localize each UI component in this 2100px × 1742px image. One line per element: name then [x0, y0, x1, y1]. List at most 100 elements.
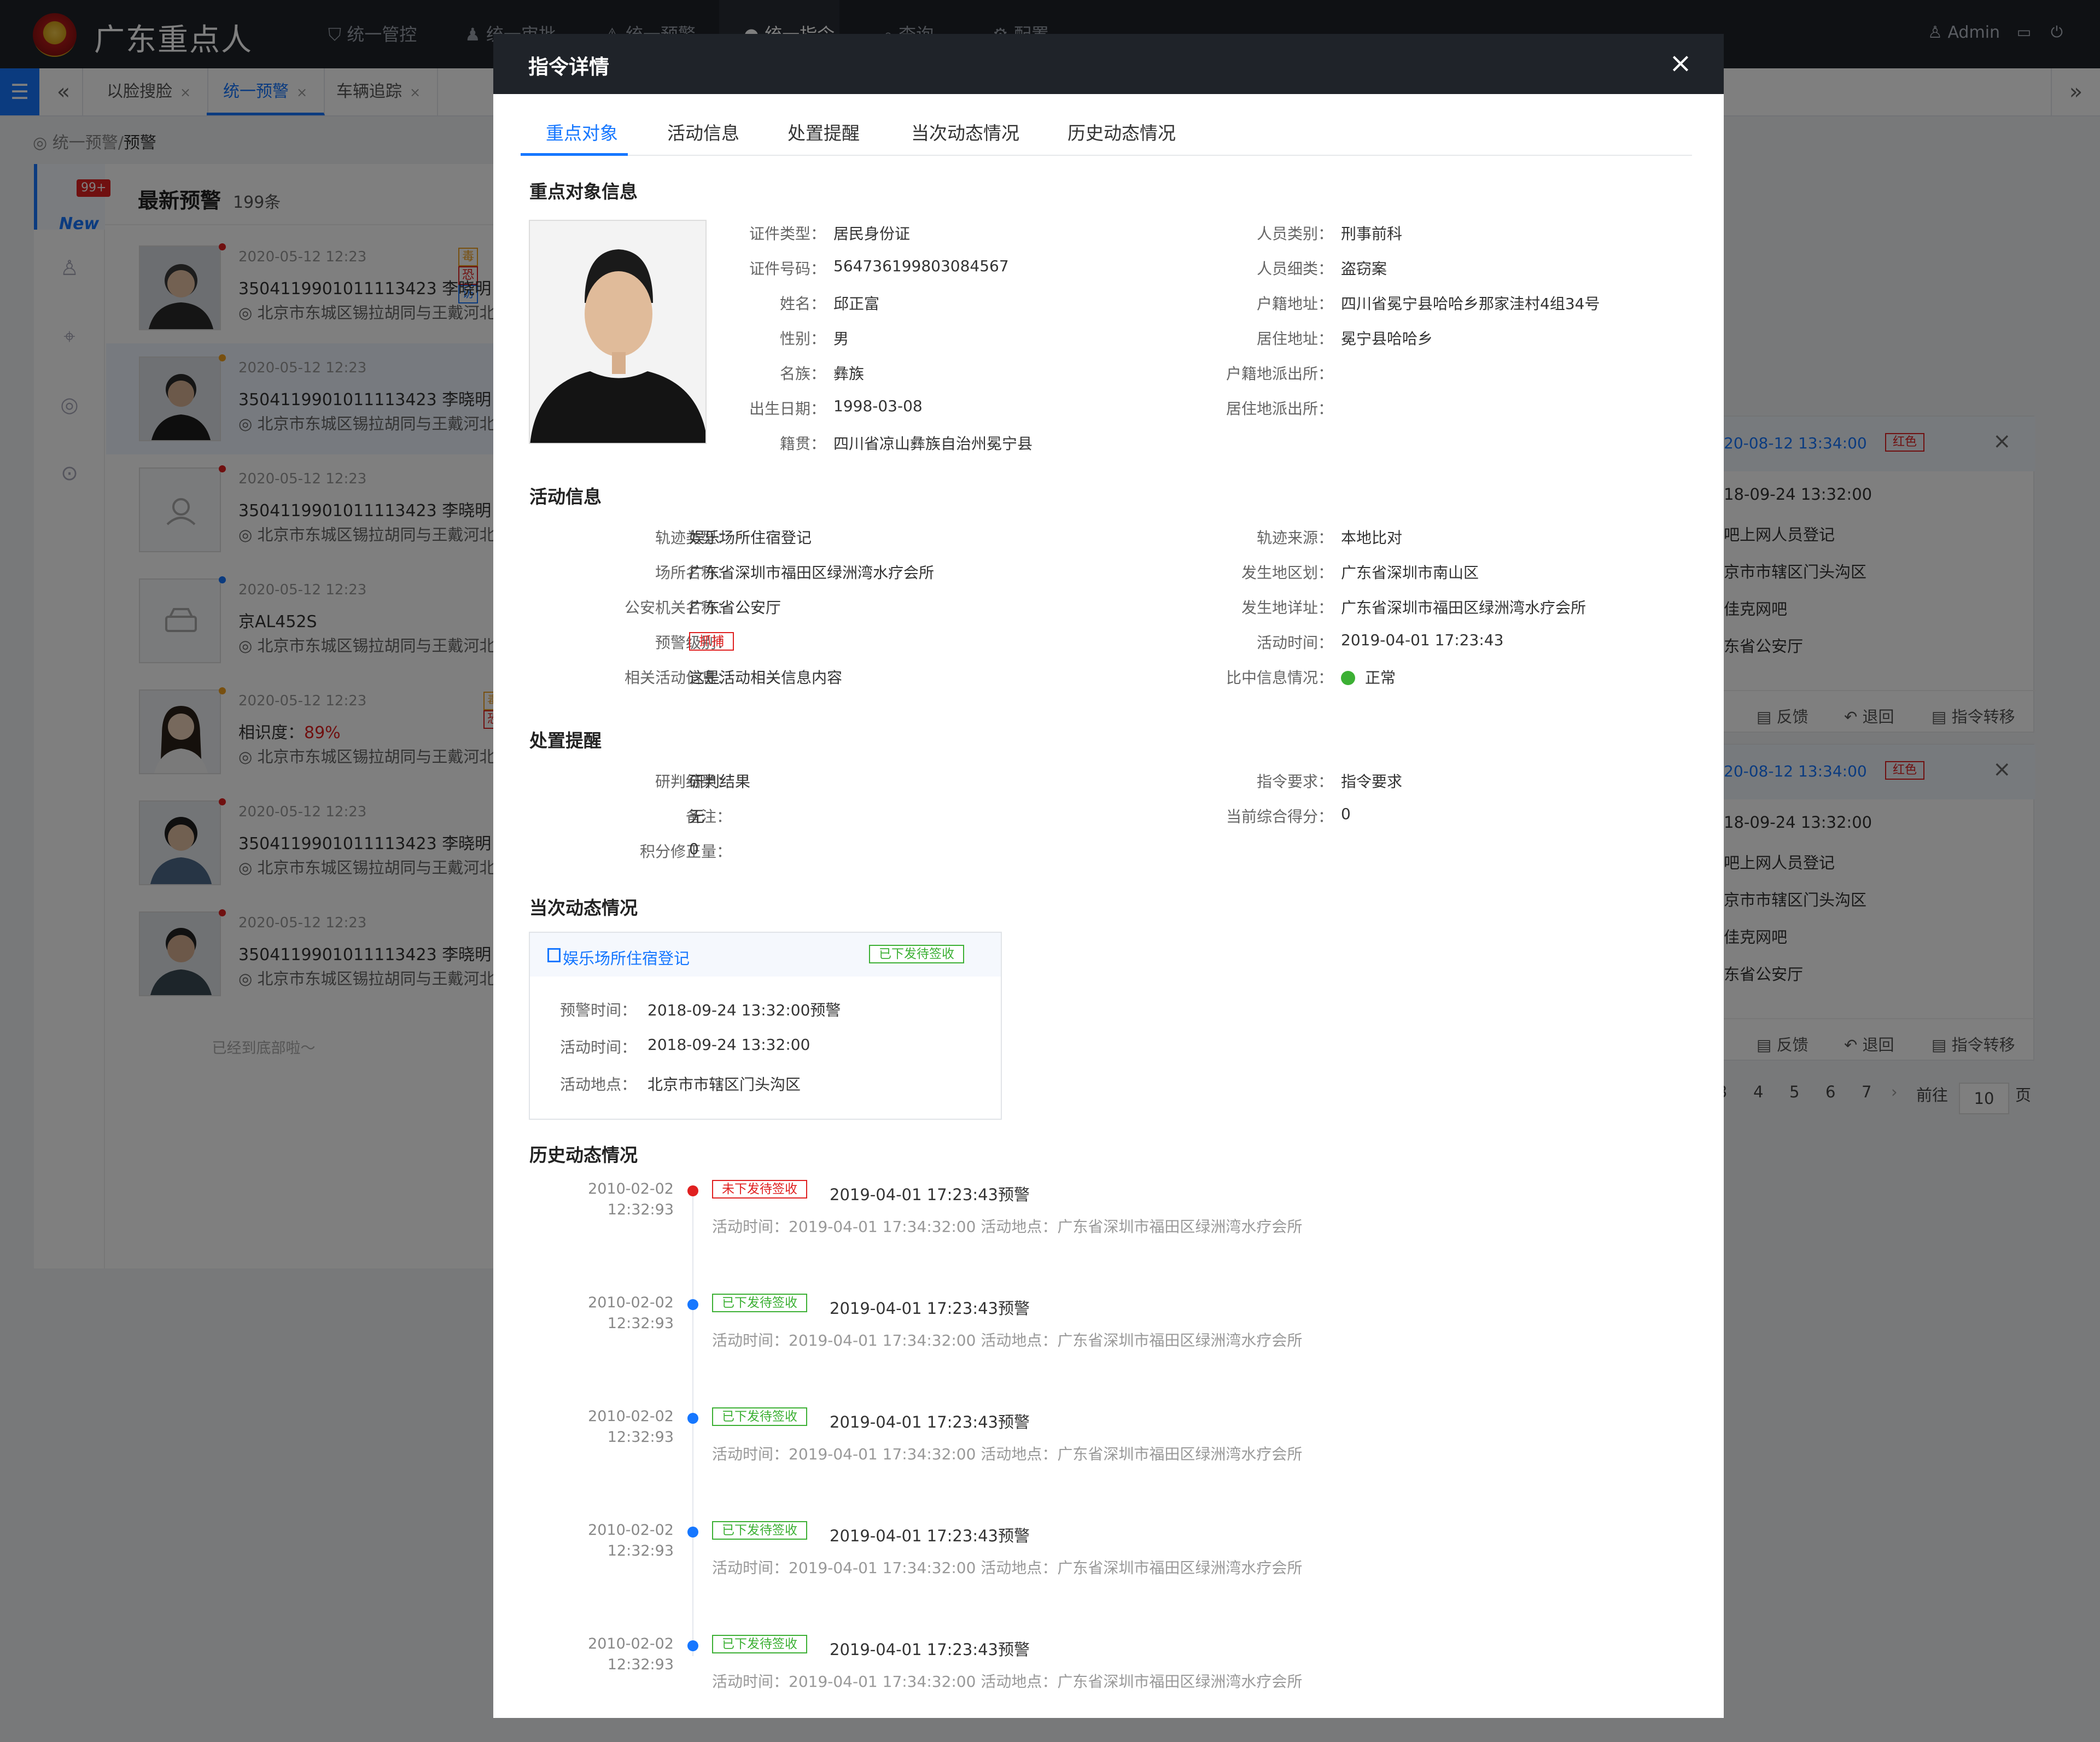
field-value: 娱乐场所住宿登记: [689, 529, 812, 547]
section-title: 历史动态情况: [529, 1144, 638, 1166]
timeline-detail: 活动时间：2019-04-01 17:34:32:00 活动地点：广东省深圳市福…: [712, 1673, 1303, 1691]
timeline-date: 2010-02-02 12:32:93: [588, 1635, 674, 1673]
field-label: 比中信息情况：: [1226, 669, 1333, 687]
field-label: 活动时间：: [1256, 634, 1333, 652]
status-tag: 已下发待签收: [869, 945, 964, 963]
field-value: 盗窃案: [1341, 260, 1387, 278]
field-value: 广东省深圳市福田区绿洲湾水疗会所: [689, 564, 935, 582]
status-tag: 未下发待签收: [712, 1180, 807, 1199]
timeline-dot: [687, 1299, 698, 1310]
timeline-detail: 活动时间：2019-04-01 17:34:32:00 活动地点：广东省深圳市福…: [712, 1559, 1303, 1577]
field-value: 广东省深圳市福田区绿洲湾水疗会所: [1341, 599, 1586, 617]
match-status: 正常: [1341, 666, 1396, 688]
field-label: 发生地区划：: [1241, 564, 1333, 582]
tab-history[interactable]: 历史动态情况: [1068, 119, 1176, 145]
timeline-detail: 活动时间：2019-04-01 17:34:32:00 活动地点：广东省深圳市福…: [712, 1445, 1303, 1463]
timeline-line: [692, 1191, 693, 1656]
field-value: 564736199803084567: [833, 257, 1009, 275]
timeline-date: 2010-02-02 12:32:93: [588, 1294, 674, 1332]
field-label: 居住地址：: [1256, 330, 1333, 348]
timeline-date: 2010-02-02 12:32:93: [588, 1408, 674, 1446]
field-value: 2018-09-24 13:32:00预警: [648, 1001, 841, 1019]
section-title: 重点对象信息: [529, 181, 638, 202]
timeline-dot: [687, 1413, 698, 1424]
field-value: 北京市市辖区门头沟区: [648, 1075, 801, 1094]
field-label: 户籍地址：: [1256, 295, 1333, 313]
timeline-date: 2010-02-02 12:32:93: [588, 1180, 674, 1218]
card-header: 娱乐场所住宿登记 已下发待签收: [530, 933, 1001, 977]
field-value: 邱正富: [833, 295, 880, 313]
active-tab-indicator: [521, 153, 628, 156]
field-label: 人员类别：: [1256, 225, 1333, 243]
field-label: 居住地派出所：: [1226, 400, 1333, 418]
field-value: 这是活动相关信息内容: [689, 669, 843, 687]
timeline-dot: [687, 1527, 698, 1538]
timeline-title: 2019-04-01 17:23:43预警: [830, 1299, 1030, 1318]
field-label: 姓名：: [779, 295, 826, 313]
field-value: 0: [1341, 805, 1351, 823]
field-label: 积分修正量：: [639, 843, 732, 861]
tab-current-status[interactable]: 当次动态情况: [911, 119, 1019, 145]
person-photo: [529, 220, 707, 444]
field-label: 户籍地派出所：: [1226, 365, 1333, 383]
close-icon[interactable]: ×: [1669, 47, 1692, 79]
field-value: 2018-09-24 13:32:00: [648, 1036, 810, 1054]
modal-title: 指令详情: [528, 55, 609, 79]
field-value: 本地比对: [1341, 529, 1403, 547]
field-label: 证件类型：: [749, 225, 826, 243]
field-value: 0: [689, 840, 699, 858]
timeline-date: 2010-02-02 12:32:93: [588, 1522, 674, 1559]
tab-activity[interactable]: 活动信息: [667, 119, 739, 145]
field-label: 活动时间：: [559, 1038, 637, 1056]
field-value: 四川省冕宁县哈哈乡那家洼村4组34号: [1341, 295, 1600, 313]
field-value: 2019-04-01 17:23:43: [1341, 631, 1504, 649]
field-value: 无: [689, 808, 705, 826]
current-status-card: 娱乐场所住宿登记 已下发待签收 预警时间： 2018-09-24 13:32:0…: [529, 932, 1002, 1120]
field-label: 活动地点：: [559, 1075, 637, 1094]
tab-disposal[interactable]: 处置提醒: [788, 119, 860, 145]
field-label: 预警时间：: [559, 1001, 637, 1019]
modal-header: 指令详情 ×: [493, 34, 1724, 94]
timeline-title: 2019-04-01 17:23:43预警: [830, 1527, 1030, 1545]
field-value: 广东省深圳市南山区: [1341, 564, 1479, 582]
status-tag: 已下发待签收: [712, 1635, 807, 1653]
field-label: 性别：: [779, 330, 826, 348]
field-label: 出生日期：: [749, 400, 826, 418]
section-title: 活动信息: [529, 486, 602, 507]
field-label: 人员细类：: [1256, 260, 1333, 278]
status-tag: 已下发待签收: [712, 1521, 807, 1540]
tab-key-person[interactable]: 重点对象: [546, 119, 618, 145]
timeline-title: 2019-04-01 17:23:43预警: [830, 1640, 1030, 1659]
field-label: 发生地详址：: [1241, 599, 1333, 617]
field-label: 指令要求：: [1256, 773, 1333, 791]
status-tag: 已下发待签收: [712, 1407, 807, 1426]
timeline-dot: [687, 1640, 698, 1651]
section-title: 当次动态情况: [529, 897, 638, 919]
command-detail-modal: 指令详情 × 重点对象 活动信息 处置提醒 当次动态情况 历史动态情况 重点对象…: [493, 34, 1724, 1718]
field-value: 广东省公安厅: [689, 599, 781, 617]
field-value: 指令要求: [1341, 773, 1403, 791]
field-label: 当前综合得分：: [1226, 808, 1333, 826]
field-value: 男: [833, 330, 849, 348]
field-label: 名族：: [779, 365, 826, 383]
field-value: 四川省凉山彝族自治州冕宁县: [833, 435, 1033, 453]
arrest-tag: 抓捕: [689, 632, 734, 651]
field-value: 冕宁县哈哈乡: [1341, 330, 1433, 348]
field-value: 彝族: [833, 365, 865, 383]
field-label: 籍贯：: [779, 435, 826, 453]
field-value: 居民身份证: [833, 225, 911, 243]
field-value: 刑事前科: [1341, 225, 1403, 243]
timeline-dot: [687, 1185, 698, 1196]
section-title: 处置提醒: [529, 730, 602, 751]
timeline-detail: 活动时间：2019-04-01 17:34:32:00 活动地点：广东省深圳市福…: [712, 1218, 1303, 1236]
modal-tabs: 重点对象 活动信息 处置提醒 当次动态情况 历史动态情况: [521, 113, 1692, 156]
timeline-title: 2019-04-01 17:23:43预警: [830, 1185, 1030, 1204]
timeline-title: 2019-04-01 17:23:43预警: [830, 1413, 1030, 1431]
field-label: 证件号码：: [749, 260, 826, 278]
field-label: 轨迹来源：: [1256, 529, 1333, 547]
card-title: 娱乐场所住宿登记: [563, 949, 690, 968]
timeline-detail: 活动时间：2019-04-01 17:34:32:00 活动地点：广东省深圳市福…: [712, 1331, 1303, 1349]
field-value: 1998-03-08: [833, 397, 923, 415]
status-tag: 已下发待签收: [712, 1294, 807, 1312]
field-value: 研判结果: [689, 773, 751, 791]
